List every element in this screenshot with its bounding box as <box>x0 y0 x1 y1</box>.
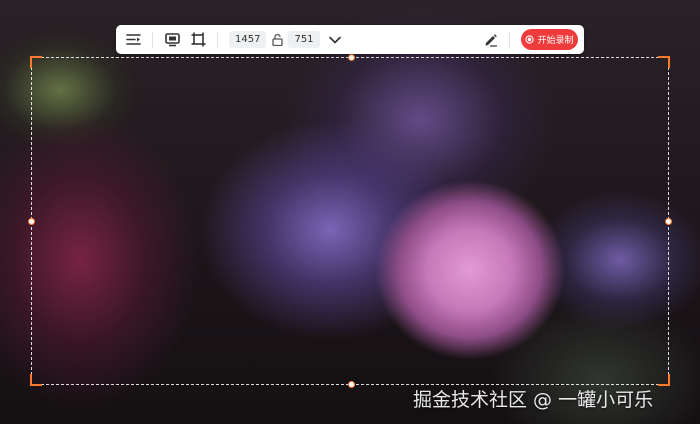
resize-corner-top-left[interactable] <box>30 56 42 68</box>
lock-icon[interactable] <box>271 33 283 47</box>
capture-toolbar: 1457 751 开始录制 <box>116 25 584 54</box>
toolbar-divider <box>509 31 510 48</box>
start-recording-label: 开始录制 <box>537 36 574 46</box>
toolbar-divider <box>217 31 218 48</box>
resize-corner-top-right[interactable] <box>658 56 670 68</box>
resize-handle-top[interactable] <box>348 54 355 61</box>
width-input[interactable]: 1457 <box>229 31 267 48</box>
menu-icon[interactable] <box>125 32 141 48</box>
pen-icon[interactable] <box>482 32 498 48</box>
resize-corner-bottom-right[interactable] <box>658 374 670 386</box>
resize-corner-bottom-left[interactable] <box>30 374 42 386</box>
crop-area-icon[interactable] <box>190 32 206 48</box>
screen-record-icon[interactable] <box>164 32 180 48</box>
record-icon <box>525 35 535 44</box>
resize-handle-bottom[interactable] <box>348 381 355 388</box>
watermark-text: 掘金技术社区 @ 一罐小可乐 <box>413 389 654 411</box>
start-recording-button[interactable]: 开始录制 <box>521 29 578 50</box>
capture-selection-frame[interactable] <box>28 54 672 388</box>
chevron-down-icon[interactable] <box>327 32 343 48</box>
resize-handle-right[interactable] <box>665 218 672 225</box>
toolbar-divider <box>152 31 153 48</box>
resize-handle-left[interactable] <box>28 218 35 225</box>
height-input[interactable]: 751 <box>288 31 320 48</box>
